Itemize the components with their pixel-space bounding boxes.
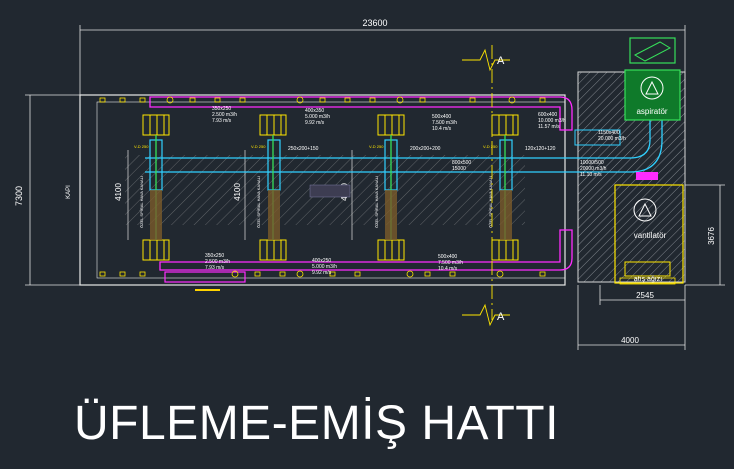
svg-text:11.57 m/s: 11.57 m/s [538, 124, 560, 130]
svg-text:10.4 m/s: 10.4 m/s [438, 266, 458, 272]
svg-text:9.92 m/s: 9.92 m/s [305, 120, 325, 126]
cad-drawing: 23600 7300 KAPI 4100 4100 4100 [0, 0, 734, 464]
side-vent-label-2: ÖZEL SPİRAL HAVA KANALI [256, 176, 261, 228]
dim-inner-1: 4100 [114, 183, 123, 201]
svg-text:7.93 m/s: 7.93 m/s [205, 265, 225, 271]
vd-label-1: V-D 250 [134, 144, 149, 149]
vd-label-3: V-D 250 [369, 144, 384, 149]
cad-canvas: 23600 7300 KAPI 4100 4100 4100 [14, 18, 725, 350]
side-vent-label-3: ÖZEL SPİRAL HAVA KANALI [374, 176, 379, 228]
label-atis-agizi: atış ağızı [634, 276, 662, 283]
dim-bottom-fan: 2545 [636, 291, 654, 300]
bottom-duct-start [164, 271, 246, 283]
vd-label-4: V-D 250 [483, 144, 498, 149]
side-vent-label-1: ÖZEL SPİRAL HAVA KANALI [139, 176, 144, 228]
label-aspirator: aspiratör [636, 107, 667, 116]
vd-label-2: V-D 250 [251, 144, 266, 149]
svg-text:10.4 m/s: 10.4 m/s [432, 126, 452, 132]
dim-right-height: 3676 [707, 227, 716, 245]
dim-inner-2: 4100 [233, 183, 242, 201]
dim-total-width: 23600 [362, 18, 387, 28]
svg-text:120x120+120: 120x120+120 [525, 146, 556, 152]
section-marker-bottom: A [497, 311, 505, 323]
svg-text:15000: 15000 [452, 166, 466, 172]
svg-text:9.92 m/s: 9.92 m/s [312, 270, 332, 276]
svg-text:200x200+200: 200x200+200 [410, 146, 441, 152]
section-marker-top: A [497, 55, 505, 67]
drawing-title: ÜFLEME-EMİŞ HATTI [74, 397, 559, 450]
svg-text:20.000 m3/h: 20.000 m3/h [598, 136, 626, 142]
label-vantilator: vantilatör [634, 231, 667, 240]
label-kapi: KAPI [66, 185, 72, 199]
dim-height-left: 7300 [14, 186, 24, 206]
svg-text:7.93 m/s: 7.93 m/s [212, 118, 232, 124]
dim-bottom-right: 4000 [621, 336, 639, 345]
svg-text:11.10 m/s: 11.10 m/s [580, 172, 602, 178]
svg-text:250x200+150: 250x200+150 [288, 146, 319, 152]
return-grille [309, 184, 351, 198]
